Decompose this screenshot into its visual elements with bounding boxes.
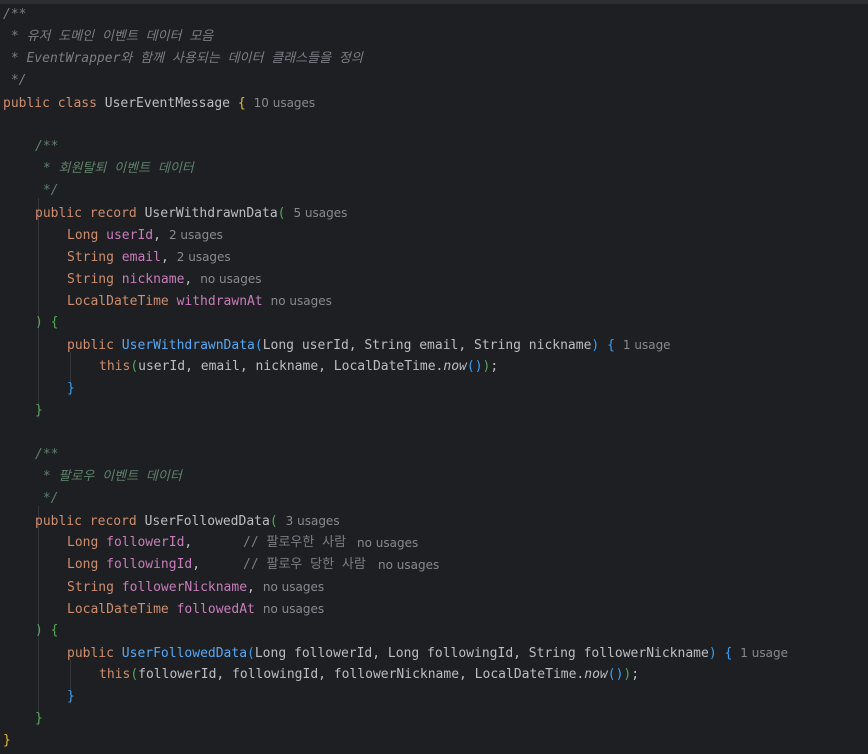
javadoc-text: * 회원탈퇴 이벤트 데이터 [35,161,194,176]
record-field: LocalDateTime withdrawnAt no usages [67,294,332,309]
field-name[interactable]: nickname [122,272,185,287]
record-open-paren: ( [269,514,278,529]
record-name[interactable]: UserWithdrawnData [145,206,278,221]
javadoc-close: */ [3,73,27,88]
class-open-brace: { [237,96,246,111]
code-line: * 유저 도메인 이벤트 데이터 모음 [3,26,213,48]
code-line: /** [35,444,58,466]
javadoc-open: /** [3,7,27,22]
constructor-params: Long followerId, Long followingId, Strin… [254,646,709,661]
javadoc-open: /** [35,447,59,462]
public-keyword: public [35,206,82,221]
javadoc-text: * 유저 도메인 이벤트 데이터 모음 [3,29,214,44]
editor-top-border [0,0,868,4]
code-line: * 팔로우 이벤트 데이터 [35,466,182,488]
code-line: } [67,689,75,704]
this-call: this(followerId, followingId, followerNi… [99,667,640,682]
line-comment: // 팔로우한 사람 [243,535,347,550]
code-line: } [35,711,43,726]
constructor-declaration: public UserFollowedData(Long followerId,… [67,646,788,661]
code-line: /** [35,136,58,158]
usages-hint[interactable]: 3 usages [286,514,340,528]
javadoc-close: */ [35,183,59,198]
code-line: public record UserFollowedData(3 usages [35,510,340,532]
record-keyword: record [89,206,137,221]
usages-hint[interactable]: no usages [200,272,261,286]
line-comment: // 팔로우 당한 사람 [243,557,366,572]
field-name[interactable]: followerNickname [122,580,247,595]
usages-hint[interactable]: 2 usages [177,250,231,264]
usages-hint[interactable]: 10 usages [254,96,316,110]
javadoc-text: * EventWrapper와 함께 사용되는 데이터 클래스들을 정의 [3,51,363,66]
usages-hint[interactable]: 1 usage [623,338,671,352]
code-line: public class UserEventMessage {10 usages [3,92,315,114]
code-line: public record UserWithdrawnData(5 usages [35,202,347,224]
now-call[interactable]: now [584,667,607,682]
now-call[interactable]: now [443,359,466,374]
usages-hint[interactable]: no usages [378,554,439,576]
code-line: */ [35,180,59,202]
code-line: * EventWrapper와 함께 사용되는 데이터 클래스들을 정의 [3,48,363,70]
record-field: String followerNickname, no usages [67,580,325,595]
field-name[interactable]: followerId [106,535,184,550]
constructor-declaration: public UserWithdrawnData(Long userId, St… [67,338,671,353]
indent-guide [38,506,39,726]
code-line: } [67,381,75,396]
constructor-name[interactable]: UserWithdrawnData [122,338,255,353]
public-keyword: public [35,514,82,529]
usages-hint[interactable]: no usages [357,532,418,554]
field-name[interactable]: followingId [106,557,192,572]
usages-hint[interactable]: no usages [263,602,324,616]
constructor-params: Long userId, String email, String nickna… [262,338,592,353]
code-line: /** [3,4,26,26]
record-keyword: record [89,514,137,529]
record-open-paren: ( [277,206,286,221]
constructor-name[interactable]: UserFollowedData [122,646,247,661]
usages-hint[interactable]: 5 usages [293,206,347,220]
javadoc-text: * 팔로우 이벤트 데이터 [35,469,182,484]
code-line: * 회원탈퇴 이벤트 데이터 [35,158,194,180]
record-field: Long followingId,// 팔로우 당한 사람 no usages [67,554,439,576]
field-name[interactable]: followedAt [177,602,255,617]
record-name[interactable]: UserFollowedData [145,514,270,529]
code-line: } [35,403,43,418]
usages-hint[interactable]: no usages [271,294,332,308]
code-line: */ [3,70,27,92]
class-name[interactable]: UserEventMessage [105,96,230,111]
record-field: String email, 2 usages [67,250,231,265]
this-call-args: userId, email, nickname, LocalDateTime. [138,359,444,374]
javadoc-open: /** [35,139,59,154]
this-call-args: followerId, followingId, followerNicknam… [138,667,585,682]
code-editor[interactable]: /** * 유저 도메인 이벤트 데이터 모음 * EventWrapper와 … [0,0,868,754]
record-field: String nickname, no usages [67,272,262,287]
this-call: this(userId, email, nickname, LocalDateT… [99,359,499,374]
class-keyword: public class [3,96,97,111]
code-line: ) { [35,315,59,330]
record-field: LocalDateTime followedAt no usages [67,602,325,617]
field-name[interactable]: email [122,250,161,265]
usages-hint[interactable]: 2 usages [169,228,223,242]
indent-guide [38,198,39,418]
code-line: ) { [35,623,59,638]
code-line: } [3,730,11,752]
code-line: */ [35,488,59,510]
field-name[interactable]: userId [106,228,153,243]
class-close-brace: } [3,733,11,748]
usages-hint[interactable]: no usages [263,580,324,594]
usages-hint[interactable]: 1 usage [740,646,788,660]
field-name[interactable]: withdrawnAt [177,294,263,309]
javadoc-close: */ [35,491,59,506]
record-field: Long userId, 2 usages [67,228,223,243]
record-field: Long followerId,// 팔로우한 사람 no usages [67,532,418,554]
